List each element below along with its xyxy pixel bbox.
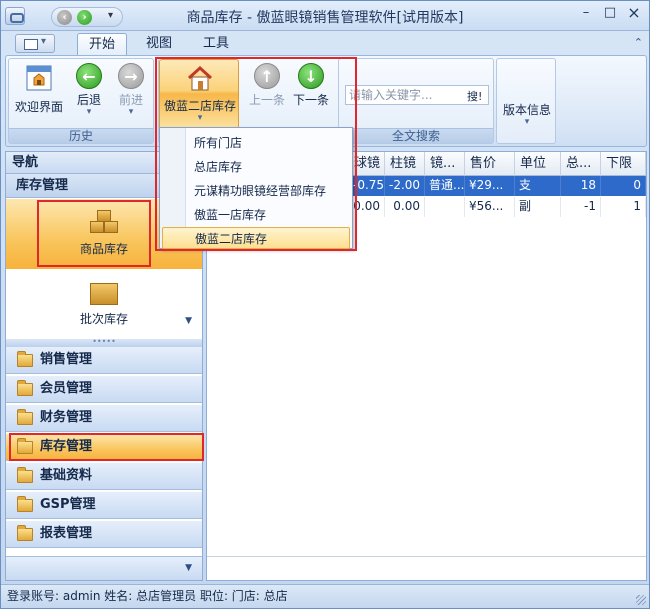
nav-category-basic-data[interactable]: 基础资料 [6,463,202,490]
folder-icon [17,496,33,512]
close-button[interactable]: × [623,5,645,23]
menu-item-store-2[interactable]: 傲蓝二店库存 [162,227,350,249]
horizontal-scrollbar[interactable] [207,556,646,580]
search-group-label: 全文搜索 [339,128,493,143]
column-header[interactable]: 镜... [425,152,465,176]
arrow-left-icon: ← [76,63,102,89]
nav-category-finance[interactable]: 财务管理 [6,405,202,432]
tab-home[interactable]: 开始 [77,33,127,55]
version-group: 版本信息 ▾ [496,58,556,144]
folder-icon [17,525,33,541]
prev-record-button[interactable]: ↑ 上一条 [247,63,287,108]
menu-item-yuanmou-store[interactable]: 元谋精功眼镜经营部库存 [194,180,326,202]
nav-category-sales[interactable]: 销售管理 [6,347,202,374]
column-header[interactable]: 总... [561,152,601,176]
folder-icon [17,438,33,454]
version-info-button[interactable]: 版本信息 ▾ [499,99,555,127]
store-selector-button[interactable]: 傲蓝二店库存 ▾ [159,59,239,129]
ribbon-tabs: 开始 视图 工具 ⌃ [1,31,649,55]
nav-footer: ▼ [6,556,202,580]
history-group: 欢迎界面 ← 后退 ▾ → 前进 ▾ 历史 [8,58,154,144]
store-dropdown-menu: 所有门店 总店库存 元谋精功眼镜经营部库存 傲蓝一店库存 傲蓝二店库存 [159,127,353,249]
boxes-icon [88,209,120,237]
arrow-down-icon: ↓ [298,63,324,89]
minimize-button[interactable]: – [575,5,597,23]
forward-button[interactable]: → 前进 ▾ [113,63,149,117]
folder-icon [17,380,33,396]
history-group-label: 历史 [9,128,153,143]
column-header[interactable]: 球镜 [349,152,385,176]
column-header[interactable]: 售价 [465,152,515,176]
store-selector-content: 傲蓝二店库存 ▾ [160,64,240,123]
title-bar: ‹ › ▾ 商品库存 - 傲蓝眼镜销售管理软件[试用版本] – □ × [1,1,649,31]
nav-category-gsp[interactable]: GSP管理 [6,492,202,519]
next-record-button[interactable]: ↓ 下一条 [291,63,331,108]
search-button[interactable]: 搜! [467,88,482,104]
nav-category-members[interactable]: 会员管理 [6,376,202,403]
main-window: ‹ › ▾ 商品库存 - 傲蓝眼镜销售管理软件[试用版本] – □ × 开始 视… [0,0,650,609]
nav-item-batch-stock[interactable]: 批次库存 ▼ [6,269,202,337]
arrow-right-icon: → [118,63,144,89]
box-icon [88,279,120,307]
nav-category-reports[interactable]: 报表管理 [6,521,202,548]
search-group: 请输入关键字... 搜! 全文搜索 [338,58,494,144]
menu-item-store-1[interactable]: 傲蓝一店库存 [194,204,266,226]
tab-tools[interactable]: 工具 [193,33,239,55]
status-text: 登录账号: admin 姓名: 总店管理员 职位: 门店: 总店 [7,589,288,603]
resize-grip-icon[interactable] [636,595,646,605]
menu-item-head-store[interactable]: 总店库存 [194,156,242,178]
ribbon-collapse-icon[interactable]: ⌃ [634,36,643,49]
chevron-down-icon[interactable]: ▼ [185,316,192,326]
welcome-page-icon [26,65,52,91]
tab-view[interactable]: 视图 [137,33,181,55]
house-icon [187,65,213,91]
status-bar: 登录账号: admin 姓名: 总店管理员 职位: 门店: 总店 [1,584,649,608]
arrow-up-icon: ↑ [254,63,280,89]
column-header[interactable]: 下限 [601,152,646,176]
folder-icon [17,351,33,367]
folder-icon [17,409,33,425]
maximize-button[interactable]: □ [599,5,621,23]
nav-category-inventory[interactable]: 库存管理 [6,434,202,461]
window-title: 商品库存 - 傲蓝眼镜销售管理软件[试用版本] [186,10,464,26]
welcome-button[interactable]: 欢迎界面 [11,63,67,115]
nav-splitter[interactable]: ••••• [6,338,202,347]
column-header[interactable]: 柱镜 [385,152,425,176]
menu-item-all-stores[interactable]: 所有门店 [194,132,242,154]
back-button[interactable]: ← 后退 ▾ [71,63,107,117]
column-header[interactable]: 单位 [515,152,561,176]
app-menu-button[interactable] [15,34,55,53]
nav-options-icon[interactable]: ▼ [185,563,192,573]
folder-icon [17,467,33,483]
